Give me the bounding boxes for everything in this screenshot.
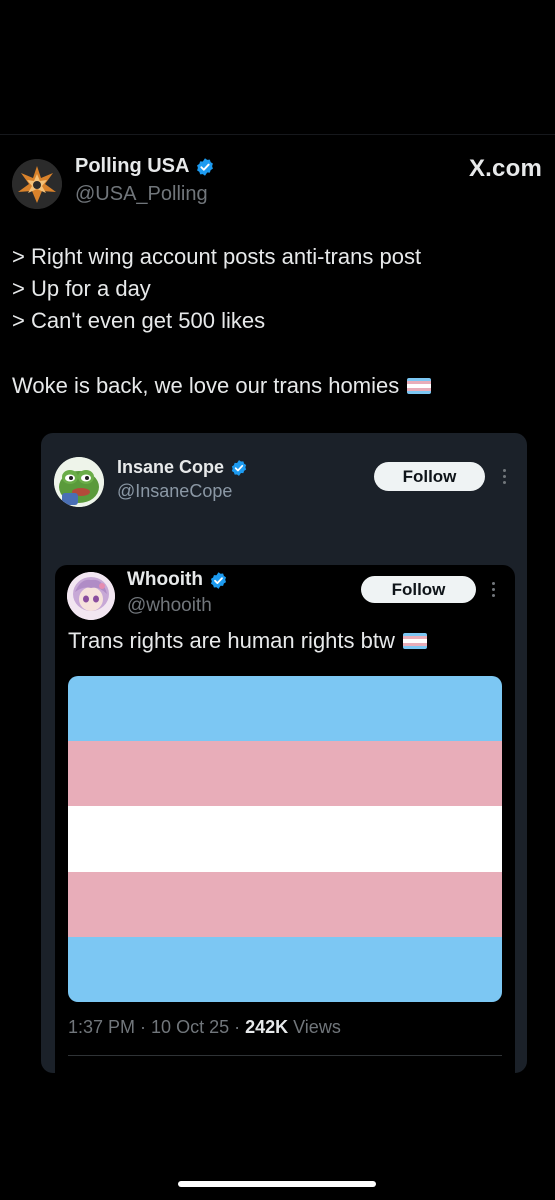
tweet-screenshot: Polling USA @USA_Polling X.com > Right w… xyxy=(0,134,555,1073)
flag-stripe-blue xyxy=(68,676,502,742)
whooith-name-row: Whooith xyxy=(127,569,228,591)
flag-stripe-pink xyxy=(68,871,502,937)
post-time[interactable]: 1:37 PM xyxy=(68,1017,135,1037)
main-post-line: > Up for a day xyxy=(12,276,151,301)
flag-stripe-white xyxy=(68,806,502,872)
polling-usa-avatar[interactable] xyxy=(12,159,62,209)
views-label: Views xyxy=(288,1017,341,1037)
whooith-post-text: Trans rights are human rights btw xyxy=(68,628,395,653)
main-author-name[interactable]: Polling USA xyxy=(75,155,189,178)
main-post-text: > Right wing account posts anti-trans po… xyxy=(12,241,421,337)
whooith-post-text-row: Trans rights are human rights btw xyxy=(68,628,427,654)
more-options-icon[interactable] xyxy=(501,469,507,484)
follow-insane-cope-button[interactable]: Follow xyxy=(374,462,485,491)
post-date[interactable]: 10 Oct 25 xyxy=(151,1017,229,1037)
flag-stripe-blue xyxy=(68,936,502,1002)
more-options-icon[interactable] xyxy=(490,582,496,597)
insane-cope-avatar[interactable] xyxy=(54,457,104,507)
main-post-closing-text: Woke is back, we love our trans homies xyxy=(12,373,400,398)
insane-cope-handle[interactable]: @InsaneCope xyxy=(117,481,232,502)
divider xyxy=(68,1055,502,1056)
pepe-frog-icon xyxy=(54,457,104,507)
polling-usa-logo-icon xyxy=(12,159,62,209)
verified-badge-icon xyxy=(210,571,226,589)
post-meta: 1:37 PM · 10 Oct 25 · 242K Views xyxy=(68,1017,341,1038)
main-author-row: Polling USA xyxy=(75,155,215,178)
verified-badge-icon xyxy=(197,157,214,176)
transgender-flag-icon xyxy=(407,378,432,394)
main-post-line: > Can't even get 500 likes xyxy=(12,308,266,333)
home-indicator[interactable] xyxy=(178,1181,376,1187)
transgender-flag-image[interactable] xyxy=(68,676,502,1002)
x-com-label: X.com xyxy=(468,155,542,182)
quoted-post-insane-cope[interactable]: Insane Cope @InsaneCope Follow Whooith @… xyxy=(41,433,527,1073)
quoted-post-whooith[interactable]: Whooith @whooith Follow Trans rights are… xyxy=(55,565,515,1073)
meta-separator: · xyxy=(229,1017,246,1037)
verified-badge-icon xyxy=(231,459,247,476)
views-count: 242K xyxy=(245,1017,289,1037)
main-author-handle[interactable]: @USA_Polling xyxy=(75,183,208,206)
whooith-avatar[interactable] xyxy=(67,572,115,620)
insane-cope-name-row: Insane Cope xyxy=(117,457,248,478)
main-post-closing: Woke is back, we love our trans homies xyxy=(12,370,432,402)
main-post-line: > Right wing account posts anti-trans po… xyxy=(12,244,422,269)
whooith-handle[interactable]: @whooith xyxy=(127,595,212,617)
whooith-name[interactable]: Whooith xyxy=(127,569,203,591)
meta-separator: · xyxy=(135,1017,152,1037)
follow-whooith-button[interactable]: Follow xyxy=(361,576,476,603)
insane-cope-name[interactable]: Insane Cope xyxy=(117,457,224,478)
flag-stripe-pink xyxy=(68,741,502,807)
transgender-flag-icon xyxy=(402,633,427,649)
anime-character-icon xyxy=(67,572,115,620)
